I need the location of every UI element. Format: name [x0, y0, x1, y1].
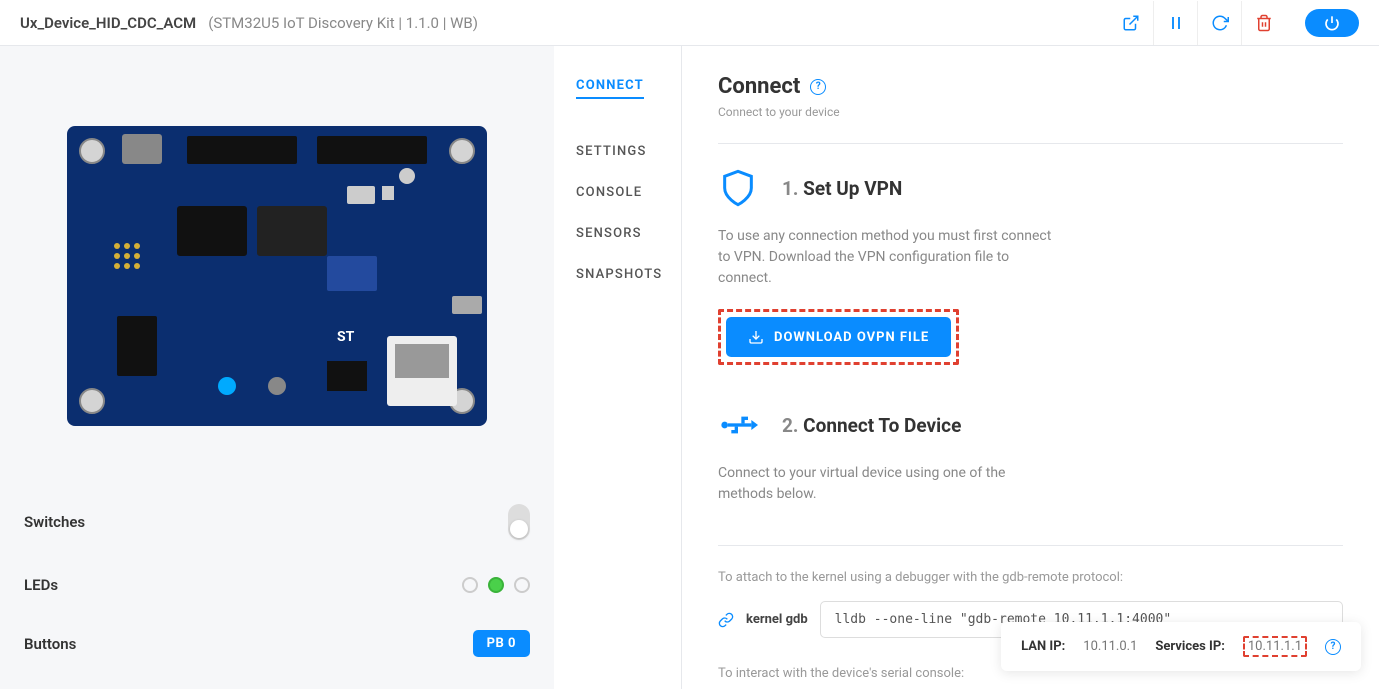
ip-info-panel: LAN IP: 10.11.0.1 Services IP: 10.11.1.1…: [1001, 622, 1361, 671]
pb0-button[interactable]: PB 0: [473, 630, 530, 657]
services-ip-label: Services IP:: [1155, 639, 1224, 654]
download-ovpn-button[interactable]: DOWNLOAD OVPN FILE: [726, 317, 951, 357]
tab-sensors[interactable]: SENSORS: [576, 226, 659, 241]
shield-icon: [718, 168, 758, 208]
pause-button[interactable]: [1153, 1, 1197, 45]
project-meta: (STM32U5 IoT Discovery Kit | 1.1.0 | WB): [208, 14, 478, 32]
leds-label: LEDs: [24, 576, 58, 594]
step2-num: 2.: [782, 414, 798, 437]
step1-num: 1.: [782, 177, 798, 200]
tabs-sidebar: CONNECT SETTINGS CONSOLE SENSORS SNAPSHO…: [554, 46, 682, 689]
page-title: Connect: [718, 74, 800, 99]
download-highlight: DOWNLOAD OVPN FILE: [718, 309, 959, 365]
step1-desc: To use any connection method you must fi…: [718, 226, 1058, 289]
kernel-gdb-label: kernel gdb: [746, 612, 808, 627]
project-name: Ux_Device_HID_CDC_ACM: [20, 14, 196, 32]
step2-desc: Connect to your virtual device using one…: [718, 463, 1058, 505]
download-icon: [748, 329, 764, 345]
buttons-label: Buttons: [24, 635, 76, 653]
lan-ip-value: 10.11.0.1: [1083, 639, 1137, 654]
tab-snapshots[interactable]: SNAPSHOTS: [576, 267, 659, 282]
tab-settings[interactable]: SETTINGS: [576, 144, 659, 159]
external-link-button[interactable]: [1109, 1, 1153, 45]
device-preview-panel: ST Switches LEDs: [0, 46, 554, 689]
switches-toggle[interactable]: [508, 504, 530, 540]
services-ip-highlight: 10.11.1.1: [1243, 636, 1307, 657]
tab-console[interactable]: CONSOLE: [576, 185, 659, 200]
link-icon: [718, 612, 734, 628]
board-image: ST: [20, 66, 534, 486]
svg-text:ST: ST: [337, 329, 355, 345]
power-button[interactable]: [1305, 9, 1359, 37]
led-2: [514, 577, 530, 593]
usb-icon: [718, 405, 758, 445]
step2-title: Connect To Device: [803, 414, 961, 437]
tab-connect[interactable]: CONNECT: [576, 78, 644, 99]
refresh-button[interactable]: [1197, 1, 1241, 45]
switches-label: Switches: [24, 513, 85, 531]
delete-button[interactable]: [1241, 1, 1285, 45]
led-1: [488, 577, 504, 593]
gdb-help-text: To attach to the kernel using a debugger…: [718, 570, 1343, 585]
page-subtitle: Connect to your device: [718, 105, 1343, 119]
ip-help-icon[interactable]: ?: [1325, 639, 1341, 655]
step1-title: Set Up VPN: [803, 177, 902, 200]
led-group: [462, 577, 530, 593]
lan-ip-label: LAN IP:: [1021, 639, 1065, 654]
help-icon[interactable]: ?: [810, 79, 826, 95]
download-ovpn-label: DOWNLOAD OVPN FILE: [774, 330, 929, 345]
led-0: [462, 577, 478, 593]
services-ip-value: 10.11.1.1: [1248, 639, 1302, 654]
